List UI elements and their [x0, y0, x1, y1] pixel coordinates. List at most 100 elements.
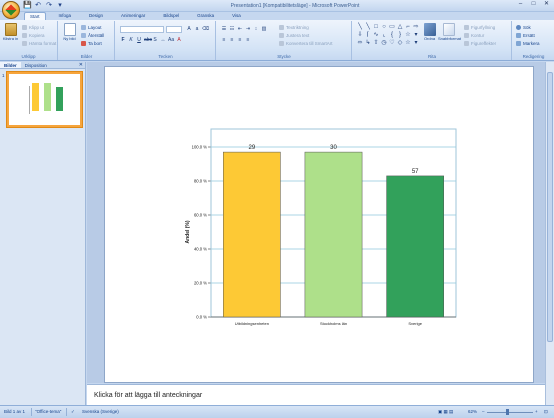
copy-icon — [22, 33, 27, 38]
customize-qat-icon[interactable]: ▾ — [56, 2, 64, 9]
cut-button[interactable]: Klipp ut — [22, 24, 44, 31]
rect-shape-icon: □ — [374, 24, 378, 30]
strikethrough-icon[interactable]: abc — [144, 37, 152, 43]
shadow-icon[interactable]: S — [152, 37, 158, 43]
quick-styles-button[interactable]: Snabbformat — [438, 23, 461, 49]
y-tick-label: 20.0 % — [194, 281, 207, 286]
shape-effects-button[interactable]: Figureffekter — [464, 40, 496, 47]
underline-icon[interactable]: U — [136, 37, 142, 43]
slide-canvas[interactable]: 0.0 % 20.0 % 40.0 % 60.0 % 80.0 % 100.0 % Ande… — [104, 66, 534, 383]
tab-granska[interactable]: Granska — [192, 12, 219, 20]
proofing-icon[interactable]: ✓ — [71, 409, 75, 415]
reset-button[interactable]: Återställ — [81, 32, 104, 39]
more-icon: ▾ — [414, 32, 418, 38]
tab-animeringar[interactable]: Animeringar — [116, 12, 150, 20]
tab-start[interactable]: Start — [24, 12, 46, 20]
bullets-icon[interactable]: ☰ — [221, 26, 227, 32]
text-direction-button[interactable]: Textriktning — [279, 24, 309, 31]
font-size-buttons: Aa ⌫ — [186, 26, 209, 32]
y-axis-label: Andel (%) — [185, 220, 191, 243]
shape-fill-button[interactable]: Figurfyllning — [464, 24, 495, 31]
font-format-buttons: F K U abc S ↔ Aa A — [120, 37, 182, 43]
italic-icon[interactable]: K — [128, 37, 134, 43]
paste-button[interactable]: Klistra in — [2, 23, 19, 49]
maximize-button[interactable]: □ — [527, 0, 540, 9]
zoom-slider-knob[interactable] — [506, 409, 509, 415]
line-spacing-icon[interactable]: ↕ — [253, 26, 259, 32]
smartart-button[interactable]: Konvertera till SmartArt — [279, 40, 333, 47]
notes-pane[interactable]: Klicka för att lägga till anteckningar — [87, 384, 545, 405]
tab-visa[interactable]: Visa — [227, 12, 246, 20]
shapes-gallery[interactable]: ╲ ╲ □ ○ ▭ △ ⌐ ⇨ ⇩ ⌈ ∿ ⌞ {} ☆ ▾ ⬄ ↳ ⇧ ◷ ♡ ◇ ☆ ▾ — [356, 23, 420, 47]
delete-slide-button[interactable]: Ta bort — [81, 40, 102, 47]
tab-disposition[interactable]: Disposition — [21, 62, 51, 68]
minimize-button[interactable]: – — [514, 0, 527, 9]
increase-indent-icon[interactable]: ⇥ — [245, 26, 251, 32]
font-family-box[interactable] — [120, 26, 164, 33]
vertical-scrollbar[interactable] — [545, 62, 554, 405]
case-icon[interactable]: Aa — [168, 37, 174, 43]
thumbnail-bar — [44, 83, 51, 111]
select-button[interactable]: Markera — [516, 40, 540, 47]
view-buttons[interactable]: ▣ ▦ ▤ — [438, 409, 453, 415]
fit-window-icon[interactable]: ⊡ — [544, 409, 548, 415]
slide-thumbnail[interactable] — [7, 72, 82, 127]
bold-icon[interactable]: F — [120, 37, 126, 43]
select-icon — [516, 41, 521, 46]
language[interactable]: Svenska (Sverige) — [82, 409, 119, 414]
spacing-icon[interactable]: ↔ — [160, 37, 166, 43]
font-group-label: Tecken — [158, 54, 173, 59]
align-center-icon[interactable]: ≡ — [229, 37, 235, 43]
decrease-indent-icon[interactable]: ⇤ — [237, 26, 243, 32]
tab-bilder[interactable]: Bilder — [0, 62, 21, 68]
shrink-font-icon[interactable]: a — [194, 26, 200, 32]
font-color-icon[interactable]: A — [176, 37, 182, 43]
align-right-icon[interactable]: ≡ — [237, 37, 243, 43]
save-icon[interactable]: 💾 — [23, 2, 32, 9]
close-button[interactable]: ✕ — [540, 0, 553, 9]
tab-design[interactable]: Design — [84, 12, 108, 20]
clear-format-icon[interactable]: ⌫ — [202, 26, 209, 32]
new-slide-button[interactable]: Ny bild — [61, 23, 78, 49]
ribbon-tabs: Start Infoga Design Animeringar Bildspel… — [24, 12, 246, 20]
scissors-icon — [22, 25, 27, 30]
undo-icon[interactable]: ↶ — [34, 2, 42, 9]
editing-group: Sök Ersätt Markera Redigering — [513, 21, 554, 60]
shape-outline-button[interactable]: Kontur — [464, 32, 484, 39]
grow-font-icon[interactable]: A — [186, 26, 192, 32]
arrange-button[interactable]: Ordna — [421, 23, 438, 49]
line-shape-icon: ╲ — [358, 24, 362, 30]
align-text-button[interactable]: Justera text — [279, 32, 309, 39]
close-pane-icon[interactable]: ✕ — [79, 62, 85, 68]
copy-button[interactable]: Kopiera — [22, 32, 45, 39]
thumbnail-axis — [29, 86, 30, 114]
list-buttons: ☰ ☷ ⇤ ⇥ ↕ ▥ — [221, 26, 267, 32]
tab-bildspel[interactable]: Bildspel — [158, 12, 184, 20]
flow-icon: ◇ — [397, 40, 403, 46]
zoom-level[interactable]: 62% — [468, 409, 477, 414]
redo-icon[interactable]: ↷ — [45, 2, 53, 9]
layout-button[interactable]: Layout — [81, 24, 102, 31]
star-icon: ☆ — [405, 32, 411, 38]
window-controls: – □ ✕ — [514, 0, 553, 9]
tab-infoga[interactable]: Infoga — [54, 12, 77, 20]
theme-name: "Office-tema" — [35, 409, 62, 414]
replace-button[interactable]: Ersätt — [516, 32, 535, 39]
y-tick-label: 100.0 % — [192, 145, 208, 150]
scroll-thumb[interactable] — [547, 72, 553, 342]
zoom-slider[interactable] — [487, 412, 533, 413]
zoom-in-icon[interactable]: + — [535, 409, 538, 414]
office-button[interactable] — [2, 1, 20, 19]
more-icon: ▾ — [414, 40, 418, 46]
zoom-out-icon[interactable]: – — [482, 409, 485, 414]
bar-chart[interactable]: 0.0 % 20.0 % 40.0 % 60.0 % 80.0 % 100.0 % Ande… — [105, 67, 535, 384]
columns-icon[interactable]: ▥ — [261, 26, 267, 32]
justify-icon[interactable]: ≡ — [245, 37, 251, 43]
font-size-box[interactable] — [166, 26, 182, 33]
format-painter-button[interactable]: Hämta format — [22, 40, 56, 47]
replace-icon — [516, 33, 521, 38]
align-left-icon[interactable]: ≡ — [221, 37, 227, 43]
find-button[interactable]: Sök — [516, 24, 531, 31]
numbering-icon[interactable]: ☷ — [229, 26, 235, 32]
effects-icon — [464, 41, 469, 46]
